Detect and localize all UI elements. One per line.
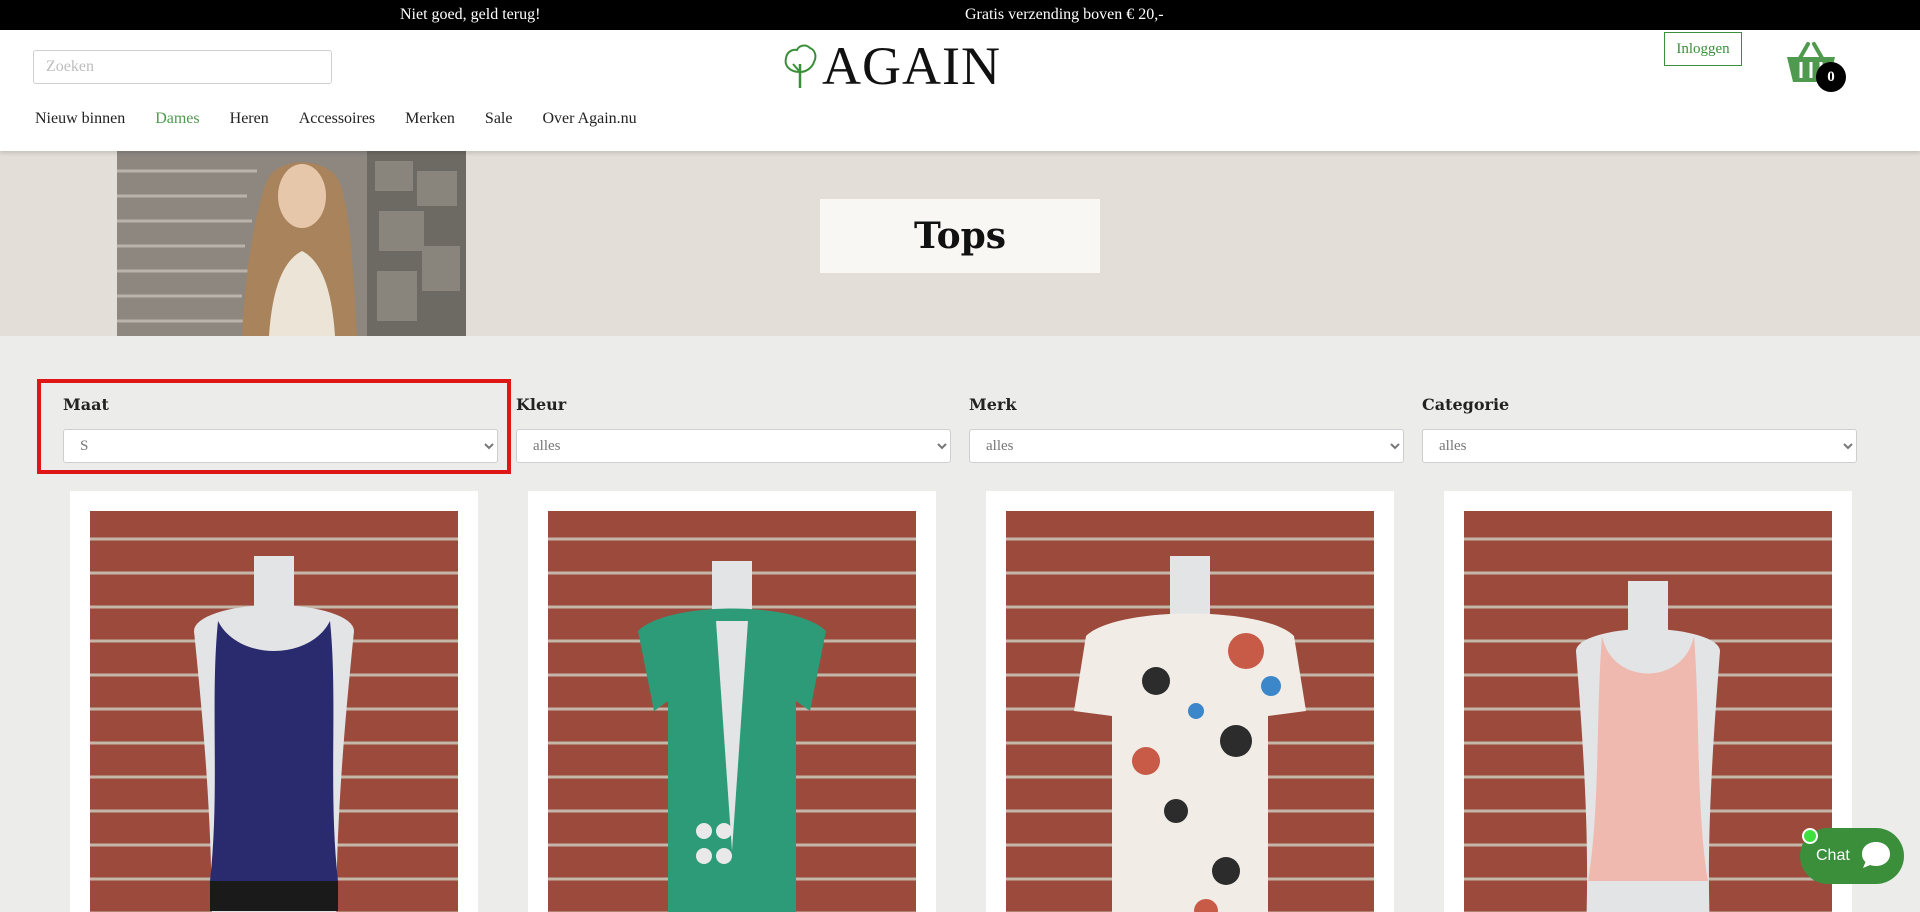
chat-label: Chat <box>1816 847 1850 864</box>
promo-money-back: Niet goed, geld terug! <box>400 6 541 23</box>
page-title: Tops <box>913 215 1007 257</box>
product-card[interactable] <box>1444 491 1852 912</box>
online-status-dot <box>1802 828 1818 844</box>
nav-item-heren[interactable]: Heren <box>230 110 269 128</box>
filter-brand: Merk alles <box>969 395 1404 463</box>
logo-text: AGAIN <box>822 36 1001 96</box>
nav-item-accessoires[interactable]: Accessoires <box>299 110 375 128</box>
tree-icon <box>784 44 817 88</box>
nav-item-dames[interactable]: Dames <box>155 110 199 128</box>
filter-category: Categorie alles <box>1422 395 1857 463</box>
brand-select[interactable]: alles <box>969 429 1404 463</box>
product-image[interactable] <box>1006 511 1374 912</box>
cart-count-badge: 0 <box>1816 62 1846 92</box>
nav-item-merken[interactable]: Merken <box>405 110 455 128</box>
category-select[interactable]: alles <box>1422 429 1857 463</box>
product-card[interactable] <box>70 491 478 912</box>
filter-category-label: Categorie <box>1422 395 1510 414</box>
filter-size-label: Maat <box>63 395 109 414</box>
site-header: AGAIN Inloggen 0 Nieuw binnen Dames Here… <box>0 30 1920 151</box>
announcement-bar: Niet goed, geld terug! Gratis verzending… <box>0 0 1920 30</box>
category-title-box: Tops <box>820 199 1100 273</box>
promo-free-shipping: Gratis verzending boven € 20,- <box>965 6 1164 23</box>
filter-brand-label: Merk <box>969 395 1017 414</box>
product-image[interactable] <box>1464 511 1832 912</box>
category-hero: Tops <box>0 151 1920 336</box>
nav-item-nieuw-binnen[interactable]: Nieuw binnen <box>35 110 125 128</box>
product-card[interactable] <box>528 491 936 912</box>
product-card[interactable] <box>986 491 1394 912</box>
product-image[interactable] <box>90 511 458 912</box>
hero-image <box>117 151 466 336</box>
filter-color-label: Kleur <box>516 395 567 414</box>
main-nav: Nieuw binnen Dames Heren Accessoires Mer… <box>35 110 667 128</box>
chat-bubble-icon <box>1862 842 1890 868</box>
search-input[interactable] <box>33 50 332 84</box>
nav-item-sale[interactable]: Sale <box>485 110 513 128</box>
product-image[interactable] <box>548 511 916 912</box>
filter-color: Kleur alles <box>516 395 951 463</box>
color-select[interactable]: alles <box>516 429 951 463</box>
login-button[interactable]: Inloggen <box>1664 32 1742 66</box>
filter-size: Maat S <box>63 395 498 463</box>
cart-button[interactable]: 0 <box>1784 40 1846 92</box>
nav-item-over-again[interactable]: Over Again.nu <box>542 110 636 128</box>
logo[interactable]: AGAIN <box>780 38 1001 94</box>
size-select[interactable]: S <box>63 429 498 463</box>
chat-button[interactable]: Chat <box>1800 828 1904 884</box>
